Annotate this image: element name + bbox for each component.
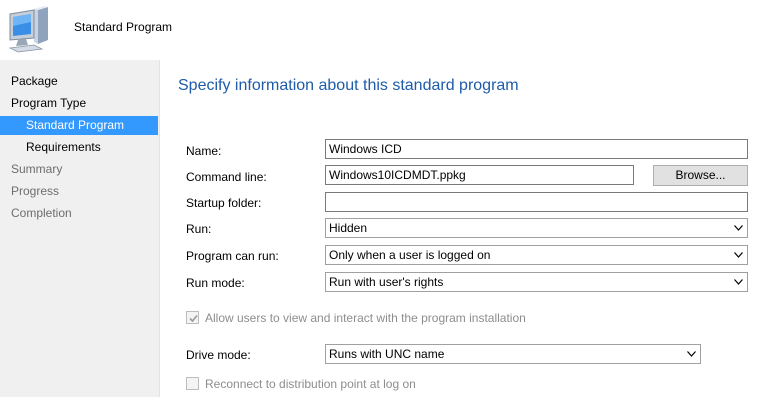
- reconnect-checkbox: [186, 377, 199, 390]
- sidebar-item-standard-program[interactable]: Standard Program: [0, 116, 158, 135]
- drive-mode-value: Runs with UNC name: [329, 347, 445, 361]
- command-line-input[interactable]: Windows10ICDMDT.ppkg: [325, 165, 634, 185]
- drive-mode-select[interactable]: Runs with UNC name: [325, 344, 701, 364]
- run-select-value: Hidden: [329, 221, 368, 235]
- program-can-run-value: Only when a user is logged on: [329, 248, 491, 262]
- run-label: Run:: [186, 222, 212, 236]
- reconnect-label: Reconnect to distribution point at log o…: [205, 377, 416, 391]
- run-mode-select[interactable]: Run with user's rights: [325, 272, 748, 292]
- wizard-sidebar: Package Program Type Standard Program Re…: [0, 60, 160, 397]
- checkmark-icon: [189, 314, 198, 323]
- chevron-down-icon: [734, 252, 743, 258]
- sidebar-item-program-type[interactable]: Program Type: [11, 94, 86, 113]
- browse-button[interactable]: Browse...: [653, 165, 748, 186]
- startup-folder-label: Startup folder:: [186, 196, 262, 210]
- command-line-label: Command line:: [186, 170, 267, 184]
- program-can-run-select[interactable]: Only when a user is logged on: [325, 245, 748, 265]
- allow-interact-row: Allow users to view and interact with th…: [186, 310, 586, 326]
- chevron-down-icon: [734, 279, 743, 285]
- wizard-title: Standard Program: [74, 20, 173, 34]
- main-panel: Specify information about this standard …: [161, 60, 757, 397]
- page-title: Specify information about this standard …: [178, 77, 519, 94]
- allow-interact-label: Allow users to view and interact with th…: [205, 311, 526, 325]
- drive-mode-label: Drive mode:: [186, 348, 251, 362]
- computer-icon: [8, 4, 56, 54]
- run-select[interactable]: Hidden: [325, 218, 748, 238]
- allow-interact-checkbox: [186, 311, 199, 324]
- sidebar-item-summary: Summary: [11, 162, 63, 176]
- name-input[interactable]: Windows ICD: [325, 139, 748, 159]
- sidebar-item-progress: Progress: [11, 184, 60, 198]
- chevron-down-icon: [687, 351, 696, 357]
- sidebar-item-requirements[interactable]: Requirements: [26, 138, 101, 157]
- run-mode-value: Run with user's rights: [329, 275, 444, 289]
- sidebar-item-package[interactable]: Package: [11, 72, 58, 91]
- wizard-header: Standard Program: [0, 0, 757, 60]
- name-label: Name:: [186, 144, 222, 158]
- startup-folder-input[interactable]: [325, 192, 748, 212]
- chevron-down-icon: [734, 225, 743, 231]
- reconnect-row: Reconnect to distribution point at log o…: [186, 376, 586, 392]
- sidebar-item-completion: Completion: [11, 206, 72, 220]
- program-can-run-label: Program can run:: [186, 249, 279, 263]
- run-mode-label: Run mode:: [186, 276, 245, 290]
